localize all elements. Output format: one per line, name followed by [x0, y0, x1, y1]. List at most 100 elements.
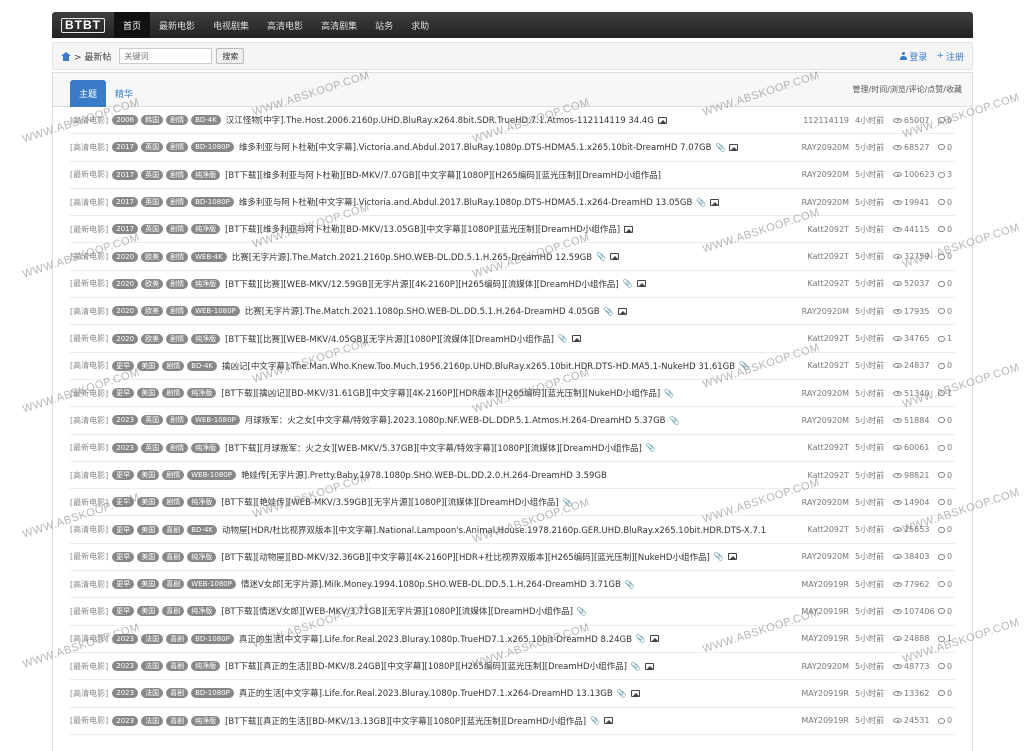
table-row[interactable]: [高清电影] 2023 英国 剧情 WEB-1080P 月球叛军：火之女[中文字幕/特效字… — [70, 407, 955, 435]
author-name[interactable]: RAY20920M — [789, 416, 849, 425]
thread-title[interactable]: [BT下载][比赛][WEB-MKV/4.05GB][无字片源][1080P][… — [225, 333, 554, 345]
category-label[interactable]: [高清电影] — [70, 142, 108, 153]
search-button[interactable]: 搜索 — [216, 48, 245, 64]
table-row[interactable]: [高清电影] 2023 法国 喜剧 BD-1080P 真正的生活[中文字幕].Life.f… — [70, 626, 955, 653]
nav-hd-movies[interactable]: 高清电影 — [258, 12, 312, 38]
thread-title[interactable]: [BT下载][月球叛军：火之女][WEB-MKV/5.37GB][中文字幕/特效… — [225, 442, 642, 454]
tab-featured[interactable]: 精华 — [106, 80, 142, 107]
category-label[interactable]: [最新电影] — [70, 551, 108, 562]
category-label[interactable]: [最新电影] — [70, 333, 108, 344]
thread-title[interactable]: 汉江怪物[中字].The.Host.2006.2160p.UHD.BluRay.… — [226, 114, 654, 126]
thread-title[interactable]: 擒凶记[中文字幕].The.Man.Who.Knew.Too.Much.1956… — [222, 360, 735, 372]
table-row[interactable]: [最新电影] 更早 美国 剧情 纯净版 [BT下载][艳娃传][WEB-MKV/3.59G… — [70, 489, 955, 517]
tab-topics[interactable]: 主题 — [70, 80, 107, 107]
table-row[interactable]: [最新电影] 2023 法国 喜剧 纯净版 [BT下载][真正的生活][BD-MKV/13… — [70, 708, 955, 735]
category-label[interactable]: [最新电影] — [70, 278, 108, 289]
category-label[interactable]: [最新电影] — [70, 388, 108, 399]
thread-title[interactable]: 比赛[无字片源].The.Match.2021.1080p.SHO.WEB-DL… — [245, 305, 600, 317]
table-row[interactable]: [高清电影] 2017 英国 剧情 BD-1080P 维多利亚与阿卜杜勒[中文字幕].Vi… — [70, 134, 955, 162]
author-name[interactable]: MAY20919R — [789, 634, 849, 643]
site-logo[interactable]: BTBT — [52, 12, 114, 38]
author-name[interactable]: Katt2092T — [789, 525, 849, 534]
author-name[interactable]: RAY20920M — [789, 170, 849, 179]
thread-title[interactable]: 维多利亚与阿卜杜勒[中文字幕].Victoria.and.Abdul.2017.… — [239, 141, 712, 153]
thread-title[interactable]: [BT下载][动物屋][BD-MKV/32.36GB][中文字幕][4K-216… — [221, 551, 710, 563]
table-row[interactable]: [高清电影] 2020 欧美 剧情 WEB-4K 比赛[无字片源].The.Match.2… — [70, 243, 955, 271]
category-label[interactable]: [最新电影] — [70, 606, 108, 617]
table-row[interactable]: [高清电影] 2023 法国 喜剧 BD-1080P 真正的生活[中文字幕].Life.f… — [70, 680, 955, 708]
category-label[interactable]: [高清电影] — [70, 524, 108, 535]
category-label[interactable]: [高清电影] — [70, 251, 108, 262]
table-row[interactable]: [最新电影] 2023 英国 剧情 纯净版 [BT下载][月球叛军：火之女][WEB-MK… — [70, 435, 955, 462]
category-label[interactable]: [高清电影] — [70, 115, 108, 126]
thread-title[interactable]: [BT下载][真正的生活][BD-MKV/8.24GB][中文字幕][1080P… — [225, 660, 627, 672]
table-row[interactable]: [高清电影] 更早 美国 剧情 BD-4K 擒凶记[中文字幕].The.Man.Who.K… — [70, 353, 955, 380]
category-label[interactable]: [最新电影] — [70, 169, 108, 180]
author-name[interactable]: RAY20920M — [789, 498, 849, 507]
category-label[interactable]: [高清电影] — [70, 688, 108, 699]
thread-title[interactable]: [BT下载][擒凶记][BD-MKV/31.61GB][中文字幕][4K-216… — [221, 387, 660, 399]
author-name[interactable]: RAY20920M — [789, 389, 849, 398]
nav-latest-movies[interactable]: 最新电影 — [150, 12, 204, 38]
category-label[interactable]: [最新电影] — [70, 497, 108, 508]
thread-title[interactable]: [BT下载][艳娃传][WEB-MKV/3.59GB][无字片源][1080P]… — [221, 496, 558, 508]
author-name[interactable]: Katt2092T — [789, 225, 849, 234]
breadcrumb[interactable]: > 最新帖 — [74, 50, 111, 63]
thread-title[interactable]: 动物屋[HDR/杜比视界双版本][中文字幕].National.Lampoon'… — [222, 524, 766, 536]
nav-hd-series[interactable]: 高清剧集 — [312, 12, 366, 38]
search-input[interactable] — [119, 48, 213, 64]
category-label[interactable]: [高清电影] — [70, 470, 108, 481]
table-row[interactable]: [最新电影] 更早 美国 喜剧 纯净版 [BT下载][情迷V女郎][WEB-MKV/3.7… — [70, 598, 955, 626]
thread-title[interactable]: 月球叛军：火之女[中文字幕/特效字幕].2023.1080p.NF.WEB-DL… — [245, 414, 666, 426]
thread-title[interactable]: 情迷V女郎[无字片源].Milk.Money.1994.1080p.SHO.WE… — [241, 578, 621, 590]
thread-title[interactable]: [BT下载][比赛][WEB-MKV/12.59GB][无字片源][4K-216… — [225, 278, 619, 290]
category-label[interactable]: [最新电影] — [70, 224, 108, 235]
thread-title[interactable]: 维多利亚与阿卜杜勒[中文字幕].Victoria.and.Abdul.2017.… — [239, 196, 692, 208]
author-name[interactable]: RAY20920M — [789, 198, 849, 207]
thread-title[interactable]: [BT下载][情迷V女郎][WEB-MKV/3.71GB][无字片源][1080… — [221, 605, 573, 617]
category-label[interactable]: [高清电影] — [70, 197, 108, 208]
table-row[interactable]: [最新电影] 2017 英国 剧情 纯净版 [BT下载][维多利亚与阿卜杜勒][BD-MK… — [70, 162, 955, 189]
table-row[interactable]: [高清电影] 2006 韩国 剧情 BD-4K 汉江怪物[中字].The.Host.200… — [70, 107, 955, 135]
category-label[interactable]: [最新电影] — [70, 715, 108, 726]
register-link[interactable]: + 注册 — [936, 50, 964, 63]
thread-title[interactable]: 艳娃传[无字片源].Pretty.Baby.1978.1080p.SHO.WEB… — [241, 469, 607, 481]
author-name[interactable]: Katt2092T — [789, 279, 849, 288]
category-label[interactable]: [高清电影] — [70, 633, 108, 644]
thread-title[interactable]: [BT下载][维多利亚与阿卜杜勒][BD-MKV/13.05GB][中文字幕][… — [225, 223, 620, 235]
home-icon[interactable] — [61, 51, 71, 61]
nav-help[interactable]: 求助 — [402, 12, 438, 38]
table-row[interactable]: [高清电影] 更早 美国 喜剧 WEB-1080P 情迷V女郎[无字片源].Milk.Mo… — [70, 571, 955, 599]
login-link[interactable]: 登录 — [900, 50, 927, 63]
author-name[interactable]: MAY20919R — [789, 607, 849, 616]
thread-title[interactable]: 真正的生活[中文字幕].Life.for.Real.2023.Bluray.10… — [239, 633, 632, 645]
category-label[interactable]: [最新电影] — [70, 442, 108, 453]
category-label[interactable]: [高清电影] — [70, 579, 108, 590]
category-label[interactable]: [高清电影] — [70, 306, 108, 317]
table-row[interactable]: [最新电影] 2020 欧美 剧情 纯净版 [BT下载][比赛][WEB-MKV/12.5… — [70, 271, 955, 299]
table-row[interactable]: [最新电影] 更早 美国 喜剧 纯净版 [BT下载][动物屋][BD-MKV/32.36G… — [70, 544, 955, 572]
table-row[interactable]: [高清电影] 2020 欧美 剧情 WEB-1080P 比赛[无字片源].The.Matc… — [70, 298, 955, 326]
table-row[interactable]: [高清电影] 更早 美国 剧情 WEB-1080P 艳娃传[无字片源].Pretty.Ba… — [70, 462, 955, 490]
author-name[interactable]: Katt2092T — [789, 334, 849, 343]
nav-site-affairs[interactable]: 站务 — [366, 12, 402, 38]
table-row[interactable]: [最新电影] 2020 欧美 剧情 纯净版 [BT下载][比赛][WEB-MKV/4.05… — [70, 325, 955, 353]
author-name[interactable]: MAY20919R — [789, 716, 849, 725]
thread-title[interactable]: [BT下载][维多利亚与阿卜杜勒][BD-MKV/7.07GB][中文字幕][1… — [225, 169, 661, 181]
author-name[interactable]: 112114119 — [789, 116, 849, 125]
category-label[interactable]: [高清电影] — [70, 415, 108, 426]
thread-title[interactable]: [BT下载][真正的生活][BD-MKV/13.13GB][中文字幕][1080… — [225, 715, 586, 727]
author-name[interactable]: Katt2092T — [789, 471, 849, 480]
category-label[interactable]: [最新电影] — [70, 661, 108, 672]
author-name[interactable]: RAY20920M — [789, 307, 849, 316]
author-name[interactable]: RAY20920M — [789, 552, 849, 561]
author-name[interactable]: MAY20919R — [789, 689, 849, 698]
thread-title[interactable]: 比赛[无字片源].The.Match.2021.2160p.SHO.WEB-DL… — [232, 251, 592, 263]
author-name[interactable]: RAY20920M — [789, 662, 849, 671]
nav-home[interactable]: 首页 — [114, 12, 151, 38]
nav-tv-series[interactable]: 电视剧集 — [204, 12, 258, 38]
table-row[interactable]: [高清电影] 更早 美国 喜剧 BD-4K 动物屋[HDR/杜比视界双版本][中文字幕].… — [70, 516, 955, 544]
table-row[interactable]: [最新电影] 2017 英国 剧情 纯净版 [BT下载][维多利亚与阿卜杜勒][BD-MK… — [70, 216, 955, 244]
author-name[interactable]: Katt2092T — [789, 252, 849, 261]
author-name[interactable]: RAY20920M — [789, 143, 849, 152]
